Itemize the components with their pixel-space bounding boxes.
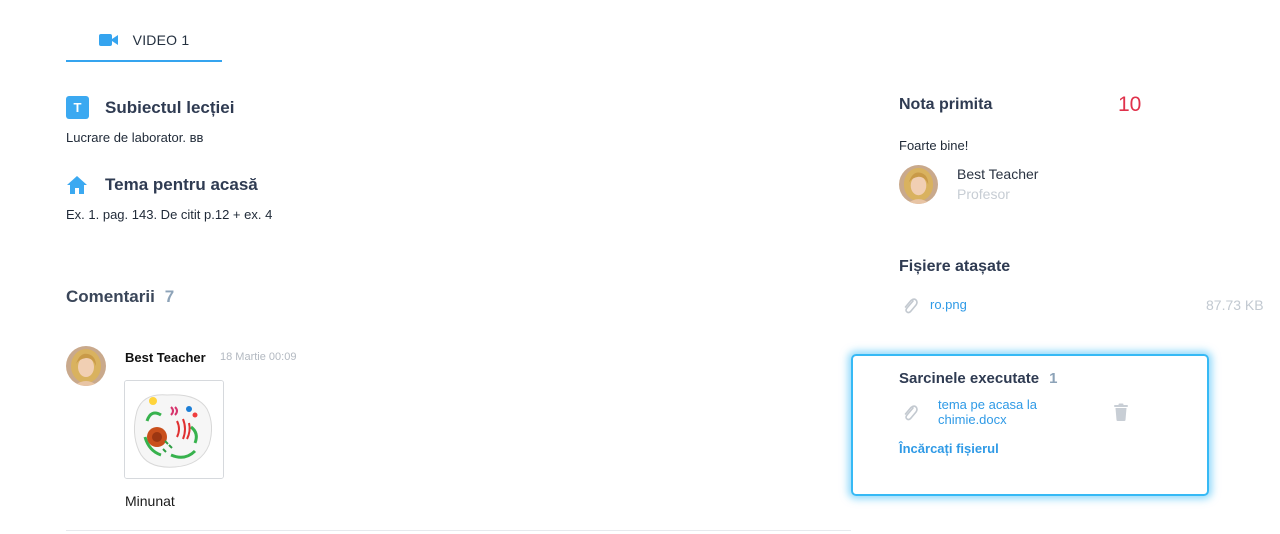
divider	[66, 530, 851, 531]
subject-heading: T Subiectul lecției	[66, 96, 234, 119]
video-camera-icon	[98, 33, 118, 47]
homework-heading: Tema pentru acasă	[66, 175, 258, 195]
paperclip-icon	[902, 404, 918, 422]
comments-heading: Comentarii 7	[66, 287, 174, 307]
avatar	[66, 346, 106, 386]
teacher-role: Profesor	[957, 186, 1010, 202]
attached-files-title: Fișiere atașate	[899, 258, 1011, 275]
completed-tasks-title: Sarcinele executate	[899, 370, 1040, 387]
comment-attachment-image[interactable]	[124, 380, 224, 479]
attached-file-link[interactable]: ro.png	[930, 297, 967, 312]
paperclip-icon	[902, 297, 918, 315]
subject-badge: T	[66, 96, 89, 119]
comments-title: Comentarii	[66, 287, 155, 306]
grade-value: 10	[1118, 93, 1142, 116]
subject-text: Lucrare de laborator. вв	[66, 130, 204, 145]
comment-author: Best Teacher	[125, 350, 206, 365]
trash-icon[interactable]	[1113, 403, 1129, 421]
tab-label: VIDEO 1	[132, 32, 190, 48]
completed-task-file-link[interactable]: tema pe acasa la chimie.docx	[938, 397, 1078, 427]
lesson-page: VIDEO 1 T Subiectul lecției Lucrare de l…	[0, 0, 1280, 534]
completed-tasks-count: 1	[1049, 370, 1058, 387]
teacher-avatar	[899, 165, 938, 204]
upload-file-link[interactable]: Încărcați fișierul	[899, 441, 999, 456]
comments-count: 7	[164, 287, 175, 306]
teacher-name: Best Teacher	[957, 166, 1039, 182]
tab-video-1[interactable]: VIDEO 1	[66, 22, 222, 62]
comment-date: 18 Martie 00:09	[220, 351, 297, 363]
comment-text: Minunat	[125, 493, 175, 509]
grade-feedback: Foarte bine!	[899, 138, 969, 153]
subject-title: Subiectul lecției	[105, 97, 235, 117]
homework-text: Ex. 1. pag. 143. De citit p.12 + ex. 4	[66, 207, 273, 222]
attached-file-size: 87.73 KB	[1206, 297, 1264, 313]
grade-title: Nota primita	[899, 96, 993, 113]
homework-title: Tema pentru acasă	[105, 175, 258, 194]
completed-tasks-heading: Sarcinele executate 1	[899, 370, 1057, 387]
home-icon	[66, 175, 88, 195]
